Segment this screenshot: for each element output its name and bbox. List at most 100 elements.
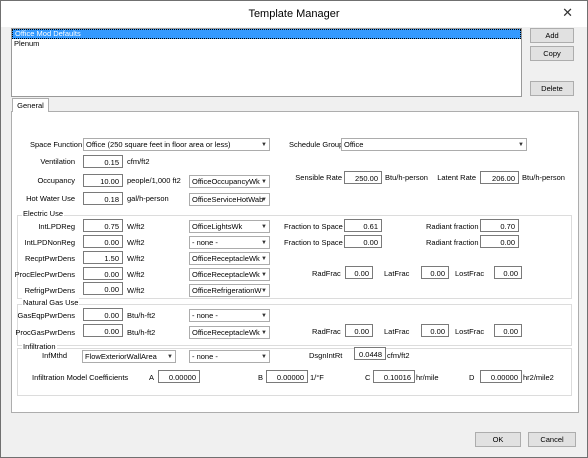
radiant-fraction-label: Radiant fraction — [426, 238, 479, 247]
latfrac-label: LatFrac — [384, 269, 410, 278]
latfrac-field[interactable]: 0.00 — [421, 324, 449, 337]
radfrac-field[interactable]: 0.00 — [345, 324, 373, 337]
natural-gas-label: Natural Gas Use — [22, 298, 80, 307]
radfrac-label: RadFrac — [312, 327, 341, 336]
list-item[interactable]: Office Mod Defaults — [12, 29, 521, 39]
infiltration-method-value: FlowExteriorWallArea — [85, 352, 157, 361]
gas-row-field[interactable]: 0.00 — [83, 324, 123, 337]
hot-water-schedule-select[interactable]: OfficeServiceHotWab ▼ — [189, 193, 270, 206]
ventilation-label: Ventilation — [40, 157, 75, 166]
fraction-to-space-field[interactable]: 0.61 — [344, 219, 382, 232]
latent-rate-unit: Btu/h-person — [522, 173, 565, 182]
infiltration-schedule-select[interactable]: - none - ▼ — [189, 350, 270, 363]
ventilation-unit: cfm/ft2 — [127, 157, 150, 166]
electric-row-field[interactable]: 0.00 — [83, 235, 123, 248]
sensible-rate-unit: Btu/h-person — [385, 173, 428, 182]
gas-row-schedule[interactable]: - none - ▼ — [189, 309, 270, 322]
schedule-value: OfficeReceptacleWk — [192, 270, 260, 279]
chevron-down-icon: ▼ — [261, 272, 267, 278]
fraction-to-space-label: Fraction to Space — [284, 222, 343, 231]
electric-row-field[interactable]: 0.75 — [83, 219, 123, 232]
lostfrac-field[interactable]: 0.00 — [494, 324, 522, 337]
electric-row-field[interactable]: 0.00 — [83, 267, 123, 280]
general-panel: Space Function Office (250 square feet i… — [11, 111, 579, 413]
radfrac-field[interactable]: 0.00 — [345, 266, 373, 279]
radfrac-label: RadFrac — [312, 269, 341, 278]
chevron-down-icon: ▼ — [261, 142, 267, 148]
gas-row-field[interactable]: 0.00 — [83, 308, 123, 321]
ok-button[interactable]: OK — [475, 432, 521, 447]
radiant-fraction-field[interactable]: 0.00 — [480, 235, 519, 248]
electric-row-schedule[interactable]: - none - ▼ — [189, 236, 270, 249]
gas-row-schedule[interactable]: OfficeReceptacleWk ▼ — [189, 326, 270, 339]
space-function-label: Space Function — [30, 140, 83, 149]
window-title: Template Manager — [248, 8, 340, 20]
fraction-to-space-label: Fraction to Space — [284, 238, 343, 247]
latfrac-label: LatFrac — [384, 327, 410, 336]
electric-row-unit: W/ft2 — [127, 222, 145, 231]
gas-row-label: ProcGasPwrDens — [15, 328, 75, 337]
chevron-down-icon: ▼ — [167, 354, 173, 360]
sensible-rate-field[interactable]: 250.00 — [344, 171, 382, 184]
occupancy-field[interactable]: 10.00 — [83, 174, 123, 187]
coefficient-c-unit: hr/mile — [416, 373, 439, 382]
electric-row-schedule[interactable]: OfficeLightsWk ▼ — [189, 220, 270, 233]
infiltration-method-label: InfMthd — [41, 351, 67, 360]
schedule-value: - none - — [192, 238, 218, 247]
delete-button[interactable]: Delete — [530, 81, 574, 96]
template-manager-window: Template Manager ✕ Office Mod Defaults P… — [0, 0, 588, 458]
close-icon[interactable]: ✕ — [562, 5, 573, 21]
coefficient-b-field[interactable]: 0.00000 — [266, 370, 308, 383]
coefficient-a-label: A — [149, 373, 155, 382]
electric-row-schedule[interactable]: OfficeReceptacleWk ▼ — [189, 268, 270, 281]
tab-general[interactable]: General — [12, 98, 49, 112]
electric-row-schedule[interactable]: OfficeRefrigerationW ▼ — [189, 284, 270, 297]
electric-row-label: ProcElecPwrDens — [14, 270, 75, 279]
gas-row-label: GasEqpPwrDens — [17, 311, 75, 320]
infiltration-method-select[interactable]: FlowExteriorWallArea ▼ — [82, 350, 176, 363]
lostfrac-label: LostFrac — [455, 269, 485, 278]
chevron-down-icon: ▼ — [261, 288, 267, 294]
radiant-fraction-field[interactable]: 0.70 — [480, 219, 519, 232]
chevron-down-icon: ▼ — [261, 330, 267, 336]
schedule-value: OfficeLightsWk — [192, 222, 243, 231]
electric-row-label: IntLPDNonReg — [24, 238, 75, 247]
latent-rate-label: Latent Rate — [437, 173, 476, 182]
occupancy-schedule-select[interactable]: OfficeOccupancyWk ▼ — [189, 175, 270, 188]
latfrac-field[interactable]: 0.00 — [421, 266, 449, 279]
coefficient-d-unit: hr2/mile2 — [523, 373, 554, 382]
schedule-group-select[interactable]: Office ▼ — [341, 138, 527, 151]
chevron-down-icon: ▼ — [261, 313, 267, 319]
latent-rate-field[interactable]: 206.00 — [480, 171, 519, 184]
electric-row-schedule[interactable]: OfficeReceptacleWk ▼ — [189, 252, 270, 265]
coefficient-b-unit: 1/°F — [310, 373, 324, 382]
chevron-down-icon: ▼ — [261, 354, 267, 360]
electric-row-field[interactable]: 0.00 — [83, 282, 123, 295]
coefficient-a-field[interactable]: 0.00000 — [158, 370, 200, 383]
schedule-value: - none - — [192, 311, 218, 320]
electric-row-label: IntLPDReg — [38, 222, 75, 231]
fraction-to-space-field[interactable]: 0.00 — [344, 235, 382, 248]
coefficient-d-label: D — [469, 373, 475, 382]
chevron-down-icon: ▼ — [261, 197, 267, 203]
copy-button[interactable]: Copy — [530, 46, 574, 61]
coefficient-d-field[interactable]: 0.00000 — [480, 370, 522, 383]
cancel-button[interactable]: Cancel — [528, 432, 576, 447]
list-item[interactable]: Plenum — [12, 39, 521, 48]
template-list[interactable]: Office Mod Defaults Plenum — [11, 28, 522, 97]
lostfrac-field[interactable]: 0.00 — [494, 266, 522, 279]
coefficient-c-field[interactable]: 0.10016 — [373, 370, 415, 383]
add-button[interactable]: Add — [530, 28, 574, 43]
hot-water-field[interactable]: 0.18 — [83, 192, 123, 205]
hot-water-label: Hot Water Use — [26, 194, 75, 203]
ventilation-field[interactable]: 0.15 — [83, 155, 123, 168]
electric-row-unit: W/ft2 — [127, 238, 145, 247]
chevron-down-icon: ▼ — [261, 256, 267, 262]
dsgn-int-rt-field[interactable]: 0.0448 — [354, 347, 386, 360]
occupancy-label: Occupancy — [37, 176, 75, 185]
infiltration-schedule-value: - none - — [192, 352, 218, 361]
space-function-select[interactable]: Office (250 square feet in floor area or… — [83, 138, 270, 151]
electric-row-field[interactable]: 1.50 — [83, 251, 123, 264]
sensible-rate-label: Sensible Rate — [295, 173, 342, 182]
occupancy-unit: people/1,000 ft2 — [127, 176, 181, 185]
